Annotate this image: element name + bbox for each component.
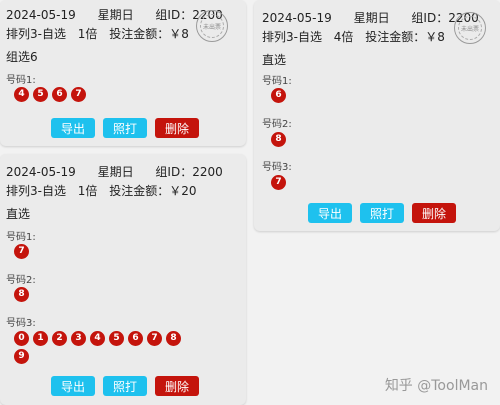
number-row-label: 号码1: — [262, 76, 292, 87]
number-row-label: 号码3: — [6, 318, 36, 329]
bet-info: 排列3-自选 4倍 投注金额：￥8 — [262, 28, 453, 45]
order-date: 2024-05-19 — [6, 8, 76, 22]
multiplier: 4倍 — [333, 30, 354, 44]
number-ball: 7 — [14, 244, 29, 259]
bet-amount: 投注金额：￥20 — [109, 184, 197, 198]
number-ball: 2 — [52, 331, 67, 346]
number-ball: 7 — [147, 331, 162, 346]
bet-amount: 投注金额：￥8 — [365, 30, 445, 44]
number-balls: 8 — [271, 132, 286, 147]
number-ball: 6 — [52, 87, 67, 102]
not-issued-stamp: 未出票 — [454, 12, 486, 44]
number-row-label: 号码2: — [6, 275, 36, 286]
number-ball: 5 — [33, 87, 48, 102]
number-balls: 8 — [14, 287, 29, 302]
action-buttons: 导出 照打 删除 — [51, 118, 199, 138]
order-card-1: 2024-05-19 星期日 组ID：2200 排列3-自选 1倍 投注金额：￥… — [0, 0, 246, 146]
order-date: 2024-05-19 — [6, 165, 76, 179]
number-row-label: 号码3: — [262, 162, 292, 173]
bet-mode: 直选 — [262, 53, 287, 67]
watermark: 知乎 @ToolMan — [384, 378, 488, 394]
order-weekday: 星期日 — [97, 165, 134, 179]
number-ball: 0 — [14, 331, 29, 346]
bet-info: 排列3-自选 1倍 投注金额：￥8 — [6, 25, 197, 42]
order-date: 2024-05-19 — [262, 11, 332, 25]
number-balls: 6 — [271, 88, 286, 103]
delete-button[interactable]: 删除 — [155, 376, 199, 396]
number-ball: 3 — [71, 331, 86, 346]
bet-mode: 组选6 — [6, 50, 38, 64]
number-row-label: 号码1: — [6, 75, 36, 86]
number-ball: 6 — [271, 88, 286, 103]
number-row-label: 号码1: — [6, 232, 36, 243]
number-ball: 8 — [166, 331, 181, 346]
number-ball: 7 — [271, 175, 286, 190]
order-weekday: 星期日 — [97, 8, 134, 22]
number-balls: 4 5 6 7 — [14, 87, 86, 102]
number-ball: 5 — [109, 331, 124, 346]
action-buttons: 导出 照打 删除 — [308, 203, 456, 223]
bet-amount: 投注金额：￥8 — [109, 27, 189, 41]
number-ball: 9 — [14, 349, 29, 364]
export-button[interactable]: 导出 — [51, 376, 95, 396]
reprint-button[interactable]: 照打 — [103, 118, 147, 138]
number-ball: 4 — [14, 87, 29, 102]
export-button[interactable]: 导出 — [51, 118, 95, 138]
reprint-button[interactable]: 照打 — [360, 203, 404, 223]
game-type: 排列3-自选 — [262, 30, 322, 44]
number-balls: 0 1 2 3 4 5 6 7 8 9 — [14, 331, 194, 364]
bet-mode: 直选 — [6, 207, 31, 221]
export-button[interactable]: 导出 — [308, 203, 352, 223]
number-ball: 1 — [33, 331, 48, 346]
multiplier: 1倍 — [77, 184, 98, 198]
order-card-3: 2024-05-19 星期日 组ID：2200 排列3-自选 4倍 投注金额：￥… — [254, 0, 500, 231]
number-row-label: 号码2: — [262, 119, 292, 130]
multiplier: 1倍 — [77, 27, 98, 41]
order-card-2: 2024-05-19 星期日 组ID：2200 排列3-自选 1倍 投注金额：￥… — [0, 154, 246, 405]
number-balls: 7 — [14, 244, 29, 259]
game-type: 排列3-自选 — [6, 27, 66, 41]
not-issued-stamp: 未出票 — [196, 10, 228, 42]
group-id: 组ID：2200 — [155, 165, 223, 179]
bet-info: 排列3-自选 1倍 投注金额：￥20 — [6, 182, 205, 199]
delete-button[interactable]: 删除 — [155, 118, 199, 138]
card-header: 2024-05-19 星期日 组ID：2200 — [6, 163, 241, 180]
number-ball: 8 — [271, 132, 286, 147]
delete-button[interactable]: 删除 — [412, 203, 456, 223]
number-ball: 4 — [90, 331, 105, 346]
number-ball: 8 — [14, 287, 29, 302]
number-ball: 7 — [71, 87, 86, 102]
order-weekday: 星期日 — [353, 11, 390, 25]
game-type: 排列3-自选 — [6, 184, 66, 198]
action-buttons: 导出 照打 删除 — [51, 376, 199, 396]
number-ball: 6 — [128, 331, 143, 346]
reprint-button[interactable]: 照打 — [103, 376, 147, 396]
number-balls: 7 — [271, 175, 286, 190]
